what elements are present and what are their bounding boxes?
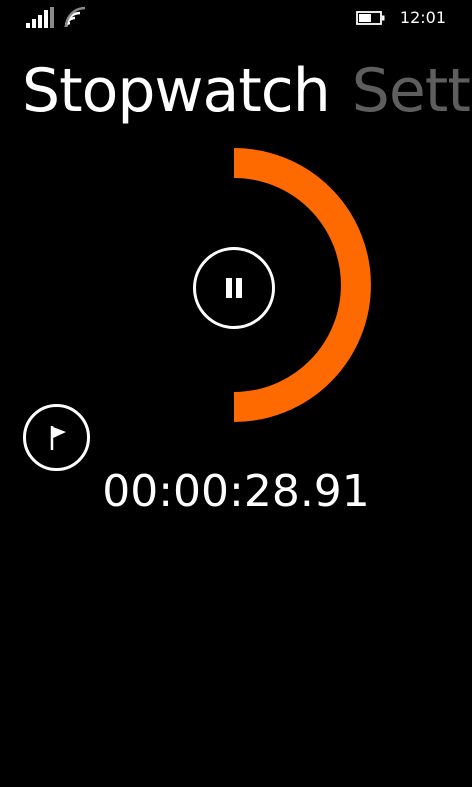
progress-ring — [233, 148, 371, 422]
flag-icon — [50, 425, 66, 450]
pause-icon — [226, 278, 242, 298]
lap-button[interactable] — [23, 404, 90, 471]
elapsed-time: 00:00:28.91 — [102, 466, 370, 517]
pause-button[interactable] — [193, 247, 275, 329]
